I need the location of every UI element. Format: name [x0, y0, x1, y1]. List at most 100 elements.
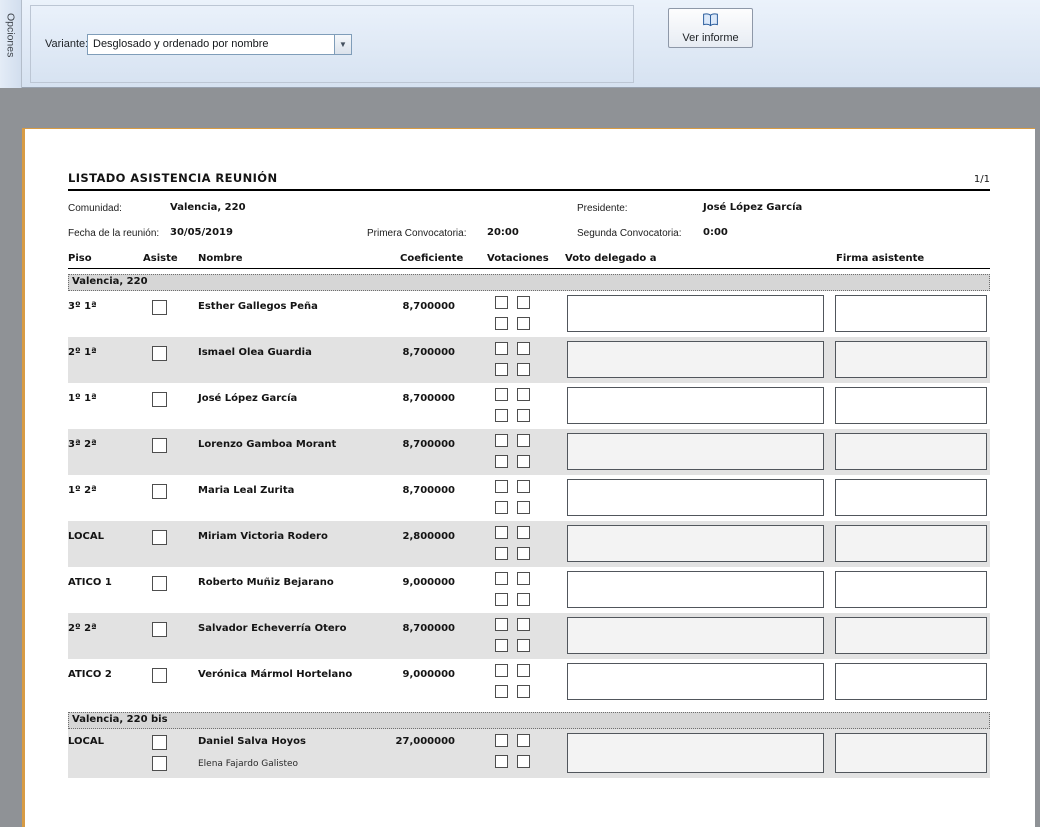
vote-checkbox: [495, 664, 508, 677]
header-field-row: Fecha de la reunión: 30/05/2019 Primera …: [68, 223, 990, 248]
voting-checkbox-grid: [495, 618, 530, 652]
vote-checkbox: [517, 572, 530, 585]
vote-checkbox: [517, 409, 530, 422]
coefficient-value: 9,000000: [380, 669, 455, 680]
vote-checkbox: [495, 755, 508, 768]
field-value: 0:00: [703, 227, 728, 238]
attendance-row: LOCAL Miriam Victoria Rodero 2,800000: [68, 521, 990, 567]
attendance-row: 1º 2ªMaria Leal Zurita8,700000: [68, 475, 990, 521]
vote-checkbox: [495, 593, 508, 606]
vote-checkbox: [517, 664, 530, 677]
application-window: Opciones Variante: Desglosado y ordenado…: [0, 0, 1040, 827]
unit-label: 2º 2ª: [68, 623, 97, 634]
report-body: Valencia, 2203º 1ªEsther Gallegos Peña8,…: [68, 274, 990, 778]
vote-checkbox: [517, 755, 530, 768]
vote-checkbox: [495, 501, 508, 514]
owner-name: Maria Leal Zurita: [198, 485, 294, 496]
attendance-row: ATICO 1Roberto Muñiz Bejarano9,000000: [68, 567, 990, 613]
variant-label: Variante:: [45, 38, 88, 50]
unit-label: LOCAL: [68, 736, 104, 747]
column-header-coeficiente: Coeficiente: [400, 253, 463, 264]
unit-label: 1º 1ª: [68, 393, 97, 404]
group-header-band: Valencia, 220: [68, 274, 990, 291]
vote-checkbox: [495, 434, 508, 447]
delegate-vote-box: [567, 295, 824, 332]
field-value: José López García: [703, 202, 802, 213]
voting-checkbox-grid: [495, 388, 530, 422]
options-side-tab[interactable]: Opciones: [0, 0, 22, 88]
delegate-vote-box: [567, 341, 824, 378]
owner-name: Lorenzo Gamboa Morant: [198, 439, 336, 450]
unit-label: LOCAL: [68, 531, 104, 542]
delegate-vote-box: [567, 525, 824, 562]
vote-checkbox: [495, 455, 508, 468]
vote-checkbox: [495, 685, 508, 698]
attendance-checkbox: [152, 530, 167, 545]
attendance-row: ATICO 2 Verónica Mármol Hortelano 9,000000: [68, 659, 990, 705]
voting-checkbox-grid: [495, 296, 530, 330]
attendance-row: 2º 2ªSalvador Echeverría Otero8,700000: [68, 613, 990, 659]
attendance-row: 2º 1ªIsmael Olea Guardia8,700000: [68, 337, 990, 383]
column-header-asiste: Asiste: [143, 253, 178, 264]
vote-checkbox: [495, 317, 508, 330]
attendance-checkbox: [152, 756, 167, 771]
delegate-vote-box: [567, 571, 824, 608]
owner-name: Miriam Victoria Rodero: [198, 531, 328, 542]
attendance-row: LOCALDaniel Salva HoyosElena Fajardo Gal…: [68, 729, 990, 778]
unit-label: ATICO 2: [68, 669, 112, 680]
field-label: Segunda Convocatoria:: [577, 228, 682, 239]
field-label: Presidente:: [577, 203, 628, 214]
field-value: 30/05/2019: [170, 227, 233, 238]
delegate-vote-box: [567, 733, 824, 773]
delegate-vote-box: [567, 479, 824, 516]
attendance-checkbox: [152, 622, 167, 637]
vote-checkbox: [517, 734, 530, 747]
signature-box: [835, 479, 987, 516]
owner-name: Roberto Muñiz Bejarano: [198, 577, 334, 588]
unit-label: 3ª 2ª: [68, 439, 97, 450]
voting-checkbox-grid: [495, 526, 530, 560]
coefficient-value: 2,800000: [380, 531, 455, 542]
dropdown-arrow-button[interactable]: ▼: [334, 35, 351, 54]
unit-label: 2º 1ª: [68, 347, 97, 358]
attendance-row: 3ª 2ªLorenzo Gamboa Morant8,700000: [68, 429, 990, 475]
coefficient-value: 8,700000: [380, 393, 455, 404]
owner-name: Salvador Echeverría Otero: [198, 623, 346, 634]
owner-name: Elena Fajardo Galisteo: [198, 759, 298, 769]
report-content: LISTADO ASISTENCIA REUNIÓN 1/1 Comunidad…: [68, 129, 990, 778]
signature-box: [835, 295, 987, 332]
attendance-row: 3º 1ªEsther Gallegos Peña8,700000: [68, 291, 990, 337]
attendance-checkbox: [152, 668, 167, 683]
vote-checkbox: [495, 480, 508, 493]
header-field-row: Comunidad: Valencia, 220 Presidente: Jos…: [68, 198, 990, 223]
vote-checkbox: [517, 388, 530, 401]
vote-checkbox: [517, 317, 530, 330]
vote-checkbox: [495, 572, 508, 585]
vote-checkbox: [517, 618, 530, 631]
delegate-vote-box: [567, 663, 824, 700]
vote-checkbox: [517, 639, 530, 652]
unit-label: ATICO 1: [68, 577, 112, 588]
signature-box: [835, 387, 987, 424]
vote-checkbox: [495, 639, 508, 652]
vote-checkbox: [517, 593, 530, 606]
coefficient-value: 8,700000: [380, 347, 455, 358]
report-title-row: LISTADO ASISTENCIA REUNIÓN 1/1: [68, 171, 990, 185]
vote-checkbox: [517, 455, 530, 468]
variant-dropdown[interactable]: Desglosado y ordenado por nombre ▼: [87, 34, 352, 55]
owner-name: Esther Gallegos Peña: [198, 301, 318, 312]
vote-checkbox: [495, 547, 508, 560]
unit-label: 1º 2ª: [68, 485, 97, 496]
owner-name: Verónica Mármol Hortelano: [198, 669, 352, 680]
options-tab-label: Opciones: [5, 13, 17, 57]
vote-checkbox: [495, 618, 508, 631]
voting-checkbox-grid: [495, 572, 530, 606]
vote-checkbox: [517, 547, 530, 560]
signature-box: [835, 663, 987, 700]
attendance-checkbox: [152, 392, 167, 407]
delegate-vote-box: [567, 617, 824, 654]
view-report-button[interactable]: Ver informe: [668, 8, 753, 48]
vote-checkbox: [517, 526, 530, 539]
field-value: 20:00: [487, 227, 519, 238]
attendance-checkbox: [152, 438, 167, 453]
